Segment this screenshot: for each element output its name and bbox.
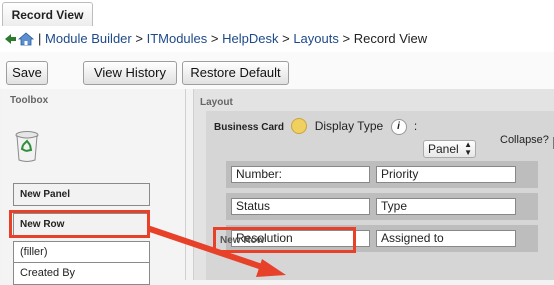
toolbox-new-panel[interactable]: New Panel <box>13 183 150 206</box>
field-assigned-to[interactable]: Assigned to <box>376 230 516 247</box>
breadcrumb-delim: > <box>135 31 143 46</box>
breadcrumb-separator: | <box>38 31 42 46</box>
restore-default-button[interactable]: Restore Default <box>182 61 289 85</box>
recycle-bin-icon[interactable] <box>15 130 39 162</box>
display-type-select[interactable]: Panel ▲ ▼ <box>423 140 476 158</box>
field-priority[interactable]: Priority <box>376 166 516 183</box>
view-history-button[interactable]: View History <box>83 61 177 85</box>
toolbar: Save View History Restore Default <box>0 52 554 89</box>
back-home-icon[interactable] <box>4 32 38 46</box>
highlight-new-row-toolbox <box>9 210 150 238</box>
panel-name: Business Card <box>214 122 285 134</box>
breadcrumb-current: Record View <box>353 31 428 46</box>
breadcrumb-delim: > <box>210 31 219 46</box>
field-number[interactable]: Number: <box>231 166 370 183</box>
tab-record-view[interactable]: Record View <box>2 2 93 26</box>
breadcrumb-helpdesk[interactable]: HelpDesk <box>222 31 278 46</box>
display-type-label: Display Type <box>314 119 384 134</box>
toolbox-filler[interactable]: (filler) <box>13 241 150 264</box>
breadcrumb-itmodules[interactable]: ITModules <box>147 31 208 46</box>
toolbox-title: Toolbox <box>10 95 49 106</box>
drag-arrow-icon <box>147 226 286 277</box>
display-type-value: Panel <box>428 142 459 156</box>
pencil-icon[interactable] <box>291 118 308 134</box>
layout-title: Layout <box>200 97 233 108</box>
toolbox-created-by[interactable]: Created By <box>13 262 150 285</box>
colon: : <box>413 119 418 134</box>
collapse-label: Collapse? <box>500 134 549 146</box>
breadcrumb-layouts[interactable]: Layouts <box>293 31 339 46</box>
layout-row[interactable]: Status Type <box>226 193 538 220</box>
tab-bar: Record View <box>0 0 554 27</box>
breadcrumb-delim: > <box>342 31 351 46</box>
panel-header: Business Card Display Type i : <box>214 118 418 135</box>
info-icon[interactable]: i <box>390 119 407 135</box>
breadcrumb-delim: > <box>282 31 290 46</box>
breadcrumb: | Module Builder > ITModules > HelpDesk … <box>0 26 554 53</box>
layout-row[interactable]: Number: Priority <box>226 161 538 188</box>
breadcrumb-module-builder[interactable]: Module Builder <box>45 31 132 46</box>
field-type[interactable]: Type <box>376 198 516 215</box>
field-status[interactable]: Status <box>231 198 370 215</box>
save-button[interactable]: Save <box>6 61 48 85</box>
select-arrows-icon: ▲ ▼ <box>464 140 472 157</box>
